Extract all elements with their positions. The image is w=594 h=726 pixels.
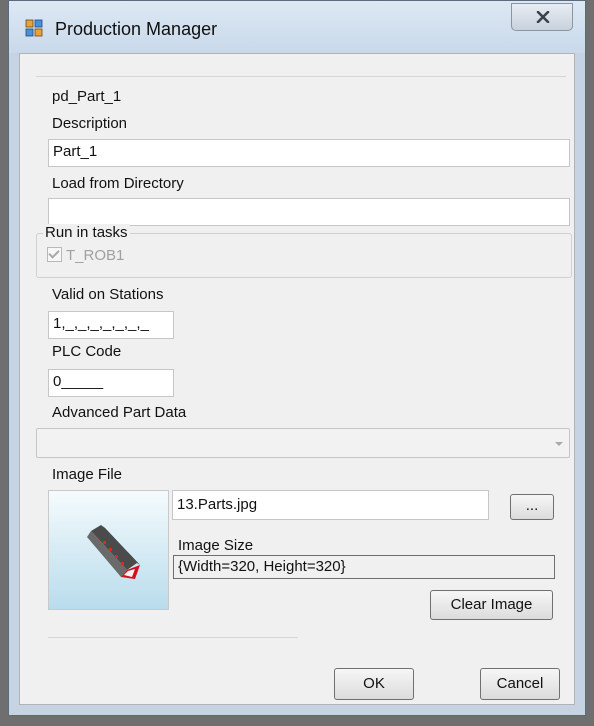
part-name-label: pd_Part_1 [52,88,122,105]
task-t-rob1-checkbox-row[interactable]: T_ROB1 [47,247,124,264]
valid-on-stations-label: Valid on Stations [52,286,164,303]
image-file-field[interactable]: 13.Parts.jpg [172,490,489,520]
part-image-preview [48,490,169,610]
advanced-part-data-label: Advanced Part Data [52,404,187,421]
top-separator [36,76,566,77]
task-checkbox[interactable] [47,247,62,262]
title-bar[interactable]: Production Manager [9,1,585,53]
browse-button[interactable]: ... [510,494,554,520]
run-in-tasks-label: Run in tasks [43,224,130,241]
chevron-down-icon[interactable] [555,442,563,446]
ok-button[interactable]: OK [334,668,414,700]
close-button[interactable] [511,3,573,31]
advanced-part-data-combobox[interactable] [36,428,570,458]
image-file-label: Image File [52,466,123,483]
valid-on-stations-field[interactable]: 1,_,_,_,_,_,_,_ [48,311,174,339]
plc-code-field[interactable]: 0_____ [48,369,174,397]
image-size-field: {Width=320, Height=320} [173,555,555,579]
close-x-icon [536,11,550,23]
clear-image-button[interactable]: Clear Image [430,590,553,620]
window-title: Production Manager [55,19,218,39]
task-name: T_ROB1 [66,247,125,264]
image-size-label: Image Size [178,537,254,554]
cancel-button[interactable]: Cancel [480,668,560,700]
load-from-directory-label: Load from Directory [52,175,184,192]
production-manager-app-icon [25,19,43,37]
part-picture [87,525,140,579]
run-in-tasks-group: Run in tasks T_ROB1 [36,224,572,278]
load-from-directory-field[interactable] [48,198,570,226]
description-field[interactable]: Part_1 [48,139,570,167]
bottom-separator [48,637,298,638]
description-label: Description [52,115,128,132]
plc-code-label: PLC Code [52,343,122,360]
